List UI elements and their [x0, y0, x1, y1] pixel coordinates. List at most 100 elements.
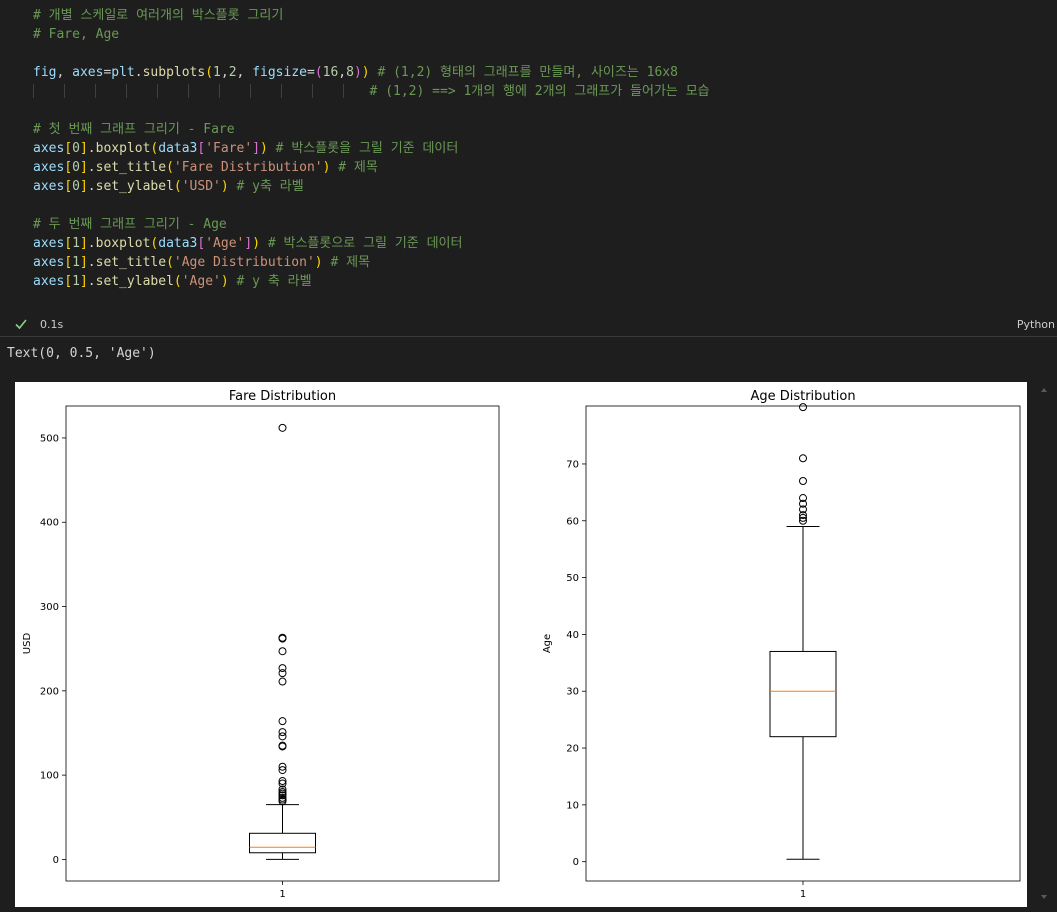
code-token: 0 [72, 179, 80, 194]
code-token: ] [79, 160, 88, 175]
chart-1: Age Distribution Age 0 10 20 30 40 50 60 70 1 [542, 389, 1021, 900]
code-line: # 두 번째 그래프 그리기 - Age [33, 215, 227, 234]
code-token: , [236, 65, 253, 80]
code-token: # (1,2) ==> 1개의 행에 2개의 그래프가 들어가는 모습 [369, 84, 710, 99]
code-token: 'Fare' [205, 141, 253, 156]
y-tick-label: 300 [40, 602, 59, 613]
code-token: [ [64, 274, 73, 289]
code-token: 'Age' [181, 274, 221, 289]
code-token: ) [361, 65, 370, 80]
code-token: fig [33, 65, 57, 80]
code-token: 16 [322, 65, 339, 80]
code-token: ) [353, 65, 362, 80]
code-token: 1 [72, 274, 80, 289]
code-token: subplots [142, 65, 206, 80]
code-token: axes [33, 274, 65, 289]
code-token: ] [79, 236, 88, 251]
code-line: # 첫 번째 그래프 그리기 - Fare [33, 120, 235, 139]
code-token: [ [64, 141, 73, 156]
code-token: plt [111, 65, 135, 80]
code-token: # y 축 라벨 [236, 274, 312, 289]
chart-0: Fare Distribution USD 0 100 200 300 400 500 1 [22, 389, 500, 900]
code-line: # (1,2) ==> 1개의 행에 2개의 그래프가 들어가는 모습 [33, 82, 710, 101]
code-token: axes [33, 236, 65, 251]
y-tick-label: 60 [566, 516, 579, 527]
chart-title: Age Distribution [750, 389, 855, 404]
code-token: ] [79, 274, 88, 289]
code-line: axes[0].set_ylabel('USD') # y축 라벨 [33, 177, 304, 196]
code-token: ( [205, 65, 214, 80]
code-editor[interactable]: # 개별 스케일로 여러개의 박스플롯 그리기 # Fare, Age fig, a… [0, 0, 1057, 310]
outlier-point [278, 423, 287, 432]
code-token: ) [260, 141, 268, 156]
code-token: set_title [95, 255, 167, 270]
y-tick-label: 500 [40, 433, 59, 444]
language-selector[interactable]: Python [1017, 318, 1055, 331]
code-line: axes[0].boxplot(data3['Fare']) # 박스플롯을 그… [33, 139, 458, 158]
y-axis-label: Age [542, 634, 553, 653]
outlier-point [799, 454, 807, 463]
code-token: data3 [158, 141, 198, 156]
output-figure: Fare Distribution USD 0 100 200 300 400 500 1 Age… [15, 382, 1027, 907]
code-line: fig, axes=plt.subplots(1,2, figsize=(16,… [33, 63, 678, 82]
y-tick-label: 100 [40, 771, 59, 782]
code-token: 'Fare Distribution' [173, 160, 323, 175]
code-token: ] [252, 141, 261, 156]
code-token: ) [220, 179, 229, 194]
code-token: . [87, 141, 96, 156]
outlier-point [278, 732, 287, 741]
code-token: ( [314, 65, 323, 80]
code-token: # Fare, Age [33, 27, 120, 42]
code-token: . [87, 274, 96, 289]
scroll-up-icon[interactable] [1041, 388, 1047, 392]
code-token: set_ylabel [95, 274, 174, 289]
execution-time: 0.1s [40, 318, 64, 331]
code-token: . [87, 236, 96, 251]
output-scrollbar[interactable] [1037, 382, 1051, 907]
code-token: axes [33, 160, 65, 175]
code-token: , [338, 65, 347, 80]
code-token: 0 [72, 141, 80, 156]
code-token: , [56, 65, 73, 80]
cell-output-text: Text(0, 0.5, 'Age') [7, 346, 156, 361]
code-token: [ [64, 236, 73, 251]
code-token: ( [166, 160, 174, 175]
outlier-point [278, 677, 287, 686]
code-line: axes[1].set_title('Age Distribution') # … [33, 253, 370, 272]
code-token: ( [173, 274, 182, 289]
code-token: # 개별 스케일로 여러개의 박스플롯 그리기 [33, 8, 284, 23]
y-tick-label: 50 [566, 573, 579, 584]
code-token: ) [252, 236, 261, 251]
code-token: # 첫 번째 그래프 그리기 - Fare [33, 122, 235, 137]
outlier-point [278, 717, 287, 726]
cell-status-bar: 0.1s Python [0, 314, 1057, 337]
code-token: figsize [252, 65, 307, 80]
code-token: 'Age' [205, 236, 245, 251]
outlier-point [278, 647, 287, 656]
outlier-point [799, 403, 807, 412]
code-token: boxplot [95, 236, 151, 251]
code-token: . [134, 65, 143, 80]
x-tick-label: 1 [279, 889, 285, 900]
y-tick-label: 20 [566, 744, 579, 755]
y-tick-label: 10 [566, 800, 579, 811]
code-token: # y축 라벨 [236, 179, 304, 194]
code-token: 'USD' [181, 179, 221, 194]
code-token: set_ylabel [95, 179, 174, 194]
y-tick-label: 0 [573, 857, 579, 868]
scroll-down-icon[interactable] [1041, 895, 1047, 899]
code-token: ) [314, 255, 323, 270]
outlier-point [799, 477, 807, 485]
code-token: [ [64, 160, 73, 175]
code-token: axes [33, 255, 65, 270]
box-iqr [249, 832, 316, 854]
code-token: boxplot [95, 141, 151, 156]
y-tick-label: 0 [53, 855, 59, 866]
code-token: ( [173, 179, 182, 194]
code-token: axes [33, 141, 65, 156]
code-token: axes [33, 179, 65, 194]
